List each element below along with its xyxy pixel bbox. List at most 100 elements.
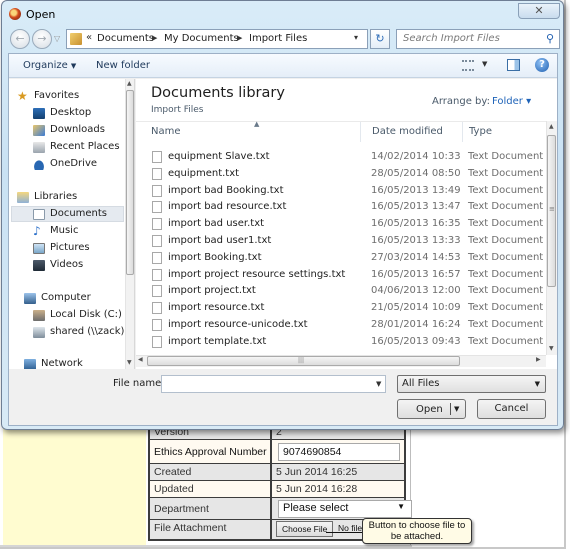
column-header-type[interactable]: Type: [469, 126, 492, 137]
desktop-icon: [33, 108, 45, 119]
nav-item-desktop[interactable]: Desktop: [33, 106, 123, 122]
dialog-body: Organize ▼ New folder ▼ ? ★ Favorites Des…: [8, 53, 558, 426]
nav-item-pictures[interactable]: Pictures: [33, 241, 123, 257]
file-type: Text Document: [468, 335, 544, 347]
nav-item-label: Computer: [41, 292, 91, 303]
nav-item-videos[interactable]: Videos: [33, 258, 123, 274]
file-type: Text Document: [468, 151, 544, 162]
navigation-pane-scroll-thumb[interactable]: [126, 90, 134, 275]
open-button[interactable]: Open ▼: [397, 399, 466, 419]
nav-item-libraries[interactable]: Libraries: [17, 190, 122, 206]
forward-button[interactable]: →: [32, 29, 52, 49]
file-date-modified: 16/05/2013 16:57: [371, 268, 461, 280]
file-date-modified: 04/06/2013 12:00: [371, 285, 461, 297]
nav-item-network[interactable]: Network: [24, 357, 124, 369]
file-name: import bad resource.txt: [168, 201, 287, 213]
file-row[interactable]: import project resource settings.txt 16/0…: [136, 267, 546, 284]
file-type: Text Document: [468, 302, 544, 314]
file-row[interactable]: equipment.txt 28/05/2014 08:50 Text Docume…: [136, 166, 546, 183]
address-dropdown-icon[interactable]: ▾: [354, 33, 358, 42]
file-name-input[interactable]: [161, 375, 386, 393]
column-divider[interactable]: [360, 122, 361, 142]
nav-item-downloads[interactable]: Downloads: [33, 123, 123, 139]
file-row[interactable]: import bad resource.txt 16/05/2013 13:47 T…: [136, 199, 546, 216]
file-row[interactable]: import Booking.txt 27/03/2014 14:53 Text D…: [136, 250, 546, 267]
scroll-up-icon[interactable]: ▲: [549, 123, 554, 130]
arrow-right-icon: →: [37, 32, 47, 45]
downloads-icon: [33, 125, 45, 136]
chevron-down-icon: ▼: [397, 502, 405, 511]
nav-item-label: Videos: [50, 259, 84, 270]
file-row[interactable]: import bad Booking.txt 16/05/2013 13:49 Te…: [136, 183, 546, 200]
column-header-name[interactable]: Name: [151, 126, 181, 137]
choose-file-button[interactable]: Choose File: [276, 521, 334, 537]
scroll-left-icon[interactable]: ◀: [138, 356, 143, 363]
column-divider[interactable]: [462, 122, 463, 142]
nav-item-local-disk[interactable]: Local Disk (C:): [33, 308, 123, 324]
breadcrumb-documents[interactable]: Documents: [97, 33, 154, 44]
organize-menu[interactable]: Organize ▼: [23, 60, 76, 71]
nav-item-documents[interactable]: Documents: [11, 206, 124, 222]
new-folder-button[interactable]: New folder: [96, 60, 150, 71]
text-file-icon: [152, 167, 162, 180]
recent-locations-dropdown[interactable]: ▽: [54, 34, 60, 43]
navigation-pane: ★ Favorites Desktop Downloads Recent Pla…: [9, 79, 135, 369]
breadcrumb-overflow[interactable]: «: [86, 32, 92, 43]
file-type-select[interactable]: All Files ▼: [397, 375, 546, 393]
close-button[interactable]: ✕: [518, 3, 560, 19]
scroll-right-icon[interactable]: ▶: [536, 356, 541, 363]
nav-item-computer[interactable]: Computer: [24, 291, 124, 307]
title-bar[interactable]: Open ✕: [2, 1, 563, 27]
scroll-down-icon[interactable]: ▼: [127, 359, 132, 366]
breadcrumb-separator-icon[interactable]: ▶: [237, 34, 242, 42]
address-bar[interactable]: « Documents ▶ My Documents ▶ Import File…: [66, 29, 368, 49]
cancel-button[interactable]: Cancel: [477, 399, 546, 419]
column-header-date-modified[interactable]: Date modified: [372, 126, 443, 137]
nav-item-label: Pictures: [50, 242, 90, 253]
file-row[interactable]: import resource-unicode.txt 28/01/2014 16…: [136, 317, 546, 334]
nav-item-label: Documents: [50, 208, 108, 219]
file-type: Text Document: [468, 251, 544, 263]
nav-item-shared-drive[interactable]: shared (\\zack) (Z: [33, 325, 125, 341]
file-list: equipment Slave.txt 14/02/2014 10:33 Text …: [136, 149, 546, 351]
preview-pane-icon[interactable]: [507, 59, 520, 71]
file-name-dropdown-icon[interactable]: ▼: [376, 380, 381, 388]
breadcrumb-import-files[interactable]: Import Files: [249, 33, 307, 44]
file-row[interactable]: import resource.txt 21/05/2014 10:09 Text …: [136, 300, 546, 317]
refresh-button[interactable]: ↻: [370, 29, 390, 49]
breadcrumb-my-documents[interactable]: My Documents: [164, 33, 239, 44]
nav-item-recent-places[interactable]: Recent Places: [33, 140, 123, 156]
file-row[interactable]: import bad user1.txt 16/05/2013 13:33 Text…: [136, 233, 546, 250]
file-row[interactable]: import project.txt 04/06/2013 12:00 Text D…: [136, 283, 546, 300]
nav-item-onedrive[interactable]: OneDrive: [33, 157, 123, 173]
change-view-icon[interactable]: [462, 60, 474, 71]
file-row[interactable]: equipment Slave.txt 14/02/2014 10:33 Text …: [136, 149, 546, 166]
nav-item-label: Local Disk (C:): [50, 309, 122, 320]
file-name: import project resource settings.txt: [168, 268, 346, 280]
command-toolbar: Organize ▼ New folder ▼ ?: [9, 54, 557, 78]
ethics-approval-number-input[interactable]: [278, 443, 400, 461]
file-name: import resource.txt: [168, 302, 265, 314]
search-icon[interactable]: ⚲: [546, 32, 554, 45]
nav-item-label: Libraries: [34, 191, 78, 202]
department-select[interactable]: Please select ▼: [278, 500, 412, 518]
nav-item-favorites[interactable]: ★ Favorites: [17, 89, 122, 105]
arrange-by-dropdown[interactable]: Folder ▾: [492, 96, 531, 107]
scroll-up-icon[interactable]: ▲: [127, 80, 132, 87]
nav-item-music[interactable]: ♪ Music: [33, 224, 123, 240]
back-button[interactable]: ←: [10, 29, 30, 49]
form-value-cell: Please select ▼: [272, 498, 412, 519]
file-date-modified: 16/05/2013 13:47: [371, 201, 461, 213]
nav-item-label: OneDrive: [50, 158, 98, 169]
scroll-down-icon[interactable]: ▼: [549, 345, 554, 352]
open-options-dropdown-icon[interactable]: ▼: [454, 405, 459, 413]
help-icon[interactable]: ?: [535, 58, 549, 72]
arrow-left-icon: ←: [15, 32, 25, 45]
file-row[interactable]: import bad user.txt 16/05/2013 16:35 Text …: [136, 216, 546, 233]
view-options-dropdown[interactable]: ▼: [482, 60, 487, 68]
search-input[interactable]: Search Import Files ⚲: [396, 29, 560, 49]
file-name: equipment Slave.txt: [168, 151, 270, 162]
breadcrumb-separator-icon[interactable]: ▶: [152, 34, 157, 42]
file-row[interactable]: import template.txt 16/05/2013 09:43 Text …: [136, 334, 546, 351]
file-type: Text Document: [468, 285, 544, 297]
